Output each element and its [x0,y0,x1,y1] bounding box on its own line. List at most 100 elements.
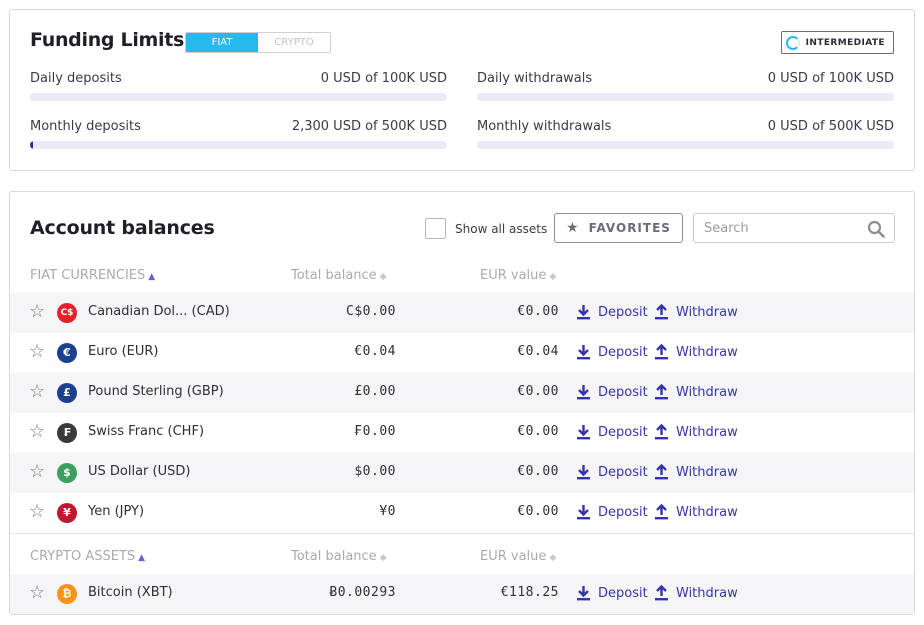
eur-value-column-header[interactable]: EUR value ◆ [480,268,556,283]
favorite-star-icon[interactable]: ☆ [29,421,45,442]
crypto-assets-column-header[interactable]: CRYPTO ASSETS ▲ [30,549,145,564]
tier-progress-icon [785,35,800,50]
limit-daily-withdrawals: Daily withdrawals 0 USD of 100K USD [477,71,894,101]
upload-icon [655,384,668,400]
total-balance: Ƀ0.00293 [329,585,396,600]
table-row: ☆ C$ Canadian Dol... (CAD) C$0.00 €0.00 Depos… [10,293,914,333]
limit-value: 0 USD of 100K USD [767,71,894,86]
limit-label: Daily withdrawals [477,71,593,86]
fiat-crypto-toggle[interactable]: FIAT CRYPTO [185,32,331,53]
favorite-star-icon[interactable]: ☆ [29,461,45,482]
column-label: FIAT CURRENCIES [30,268,146,283]
account-balances-card: Account balances Show all assets ★ FAVOR… [9,191,915,615]
deposit-link[interactable]: Deposit [576,424,648,440]
withdraw-link[interactable]: Withdraw [654,384,738,400]
show-all-assets-toggle[interactable]: Show all assets [425,218,547,239]
search-icon[interactable] [867,220,885,238]
total-balance: £0.00 [354,384,396,399]
eur-value: €0.00 [517,424,559,439]
asset-name: Bitcoin (XBT) [88,585,173,600]
withdraw-link[interactable]: Withdraw [654,504,738,520]
deposit-link[interactable]: Deposit [576,504,648,520]
limit-progress-fill [30,141,33,149]
asset-name: Swiss Franc (CHF) [88,424,205,439]
withdraw-label: Withdraw [676,585,738,601]
table-row: ☆ $ US Dollar (USD) $0.00 €0.00 Deposit Withdr… [10,453,914,493]
withdraw-link[interactable]: Withdraw [654,304,738,320]
sort-icon: ◆ [379,272,387,282]
sort-icon: ◆ [549,272,557,282]
deposit-label: Deposit [598,384,648,400]
show-all-assets-label: Show all assets [455,221,548,236]
withdraw-label: Withdraw [676,424,738,440]
eur-value: €0.04 [517,344,559,359]
favorite-star-icon[interactable]: ☆ [29,341,45,362]
table-row: ☆ ¥ Yen (JPY) ¥0 €0.00 Deposit Withdraw [10,493,914,533]
deposit-label: Deposit [598,464,648,480]
favorites-label: FAVORITES [588,221,671,235]
star-icon: ★ [566,220,580,236]
search-input[interactable] [694,220,854,236]
download-icon [577,345,590,360]
upload-icon [655,344,668,360]
total-balance: C$0.00 [346,304,396,319]
withdraw-link[interactable]: Withdraw [654,464,738,480]
currency-icon: $ [57,463,77,483]
limit-daily-deposits: Daily deposits 0 USD of 100K USD [30,71,447,101]
favorite-star-icon[interactable]: ☆ [29,582,45,603]
upload-icon [655,304,668,320]
currency-icon: ¥ [57,503,77,523]
withdraw-label: Withdraw [676,344,738,360]
withdraw-label: Withdraw [676,464,738,480]
total-balance-column-header[interactable]: Total balance ◆ [291,268,387,283]
currency-icon: ₿ [57,584,77,604]
sort-asc-icon: ▲ [148,272,156,282]
search-box[interactable] [693,213,895,243]
sort-icon: ◆ [379,553,387,563]
download-icon [577,505,590,520]
eur-value: €0.00 [517,384,559,399]
download-icon [577,586,590,601]
limit-progress-bar [30,93,447,101]
deposit-label: Deposit [598,424,648,440]
favorite-star-icon[interactable]: ☆ [29,501,45,522]
upload-icon [655,504,668,520]
section-divider [10,533,914,534]
fiat-currencies-column-header[interactable]: FIAT CURRENCIES ▲ [30,268,155,283]
asset-name: US Dollar (USD) [88,464,191,479]
upload-icon [655,585,668,601]
deposit-link[interactable]: Deposit [576,585,648,601]
column-label: EUR value [480,268,547,283]
tab-crypto[interactable]: CRYPTO [258,33,330,52]
deposit-label: Deposit [598,304,648,320]
deposit-label: Deposit [598,344,648,360]
favorite-star-icon[interactable]: ☆ [29,301,45,322]
funding-limits-title: Funding Limits [30,29,185,51]
eur-value-column-header[interactable]: EUR value ◆ [480,549,556,564]
sort-icon: ◆ [549,553,557,563]
deposit-link[interactable]: Deposit [576,384,648,400]
withdraw-link[interactable]: Withdraw [654,424,738,440]
deposit-link[interactable]: Deposit [576,304,648,320]
limit-value: 0 USD of 500K USD [767,119,894,134]
withdraw-link[interactable]: Withdraw [654,344,738,360]
limit-label: Daily deposits [30,71,122,86]
account-balances-title: Account balances [30,217,215,239]
favorites-button[interactable]: ★ FAVORITES [554,213,683,243]
verification-tier-badge[interactable]: INTERMEDIATE [780,31,894,54]
eur-value: €0.00 [517,304,559,319]
table-row: ☆ ₣ Swiss Franc (CHF) ₣0.00 €0.00 Deposit With… [10,413,914,453]
column-label: Total balance [291,268,377,283]
tab-fiat[interactable]: FIAT [186,33,258,52]
limit-label: Monthly deposits [30,119,141,134]
deposit-link[interactable]: Deposit [576,344,648,360]
show-all-assets-checkbox[interactable] [425,218,446,239]
currency-icon: C$ [57,303,77,323]
withdraw-label: Withdraw [676,304,738,320]
upload-icon [655,464,668,480]
crypto-table-header: CRYPTO ASSETS ▲ Total balance ◆ EUR value ◆ [10,542,914,572]
total-balance-column-header[interactable]: Total balance ◆ [291,549,387,564]
favorite-star-icon[interactable]: ☆ [29,381,45,402]
deposit-link[interactable]: Deposit [576,464,648,480]
withdraw-link[interactable]: Withdraw [654,585,738,601]
